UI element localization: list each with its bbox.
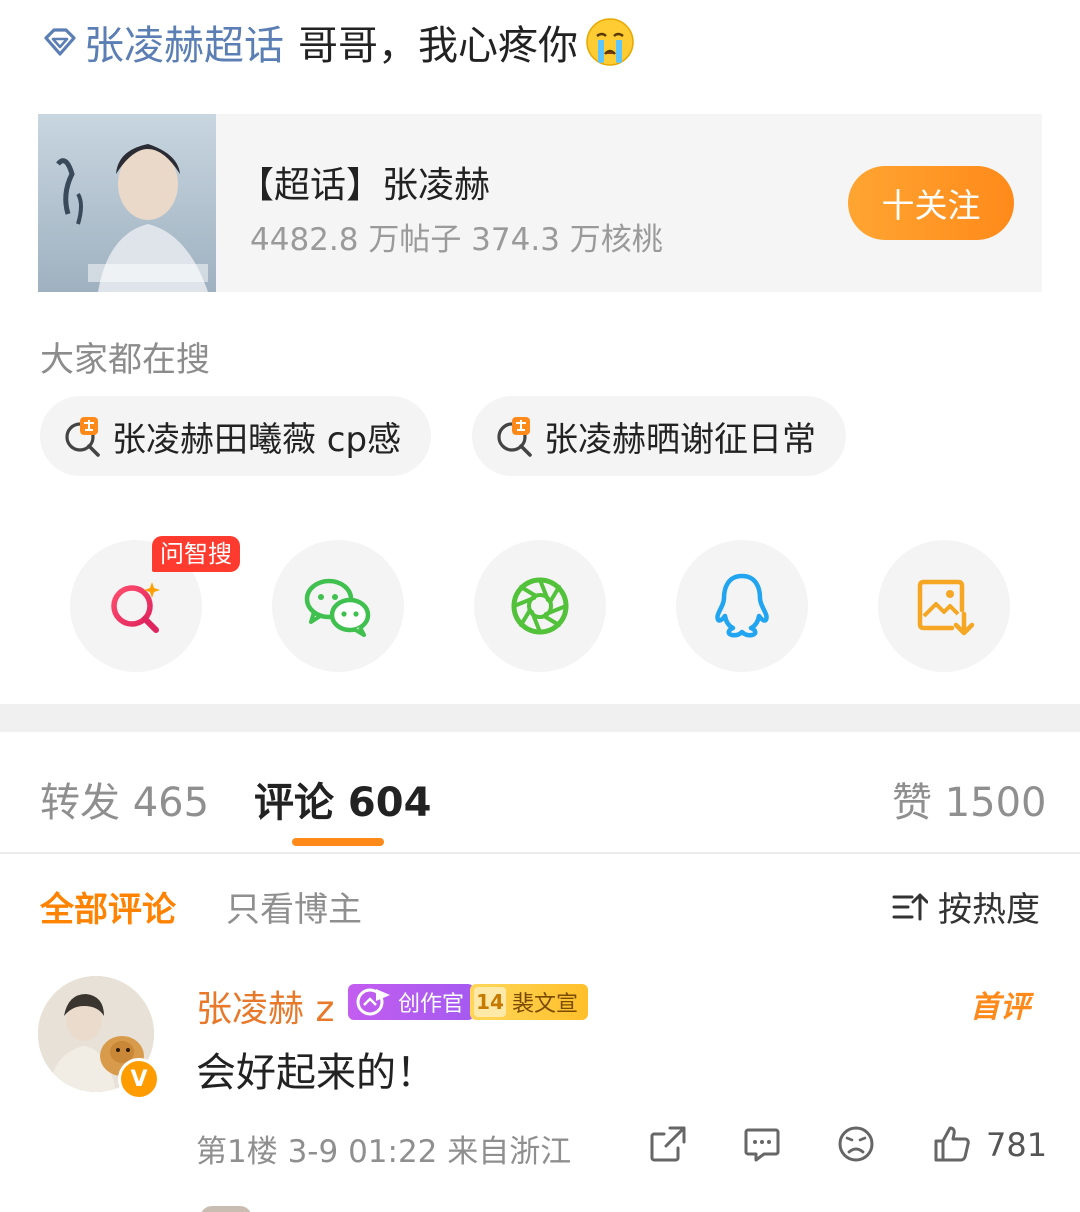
- section-divider: [0, 704, 1080, 732]
- save-image-icon: [917, 579, 975, 636]
- next-comment-avatar: [200, 1206, 252, 1212]
- super-topic-link[interactable]: 张凌赫超话: [84, 13, 284, 71]
- hot-search-icon: [494, 415, 536, 457]
- creator-badge-icon: [356, 988, 390, 1016]
- super-topic-diamond-icon: [40, 22, 80, 62]
- topic-card-stats: 4482.8 万帖子 374.3 万核桃: [250, 222, 663, 258]
- fan-level-badge[interactable]: 14 裴文宣: [470, 984, 589, 1020]
- topic-cover-image: [38, 114, 216, 292]
- like-thumb-icon[interactable]: [932, 1124, 972, 1164]
- hot-search-chip-label: 张凌赫晒谢征日常: [544, 419, 816, 460]
- hot-search-icon: [62, 415, 104, 457]
- share-comment-icon[interactable]: [648, 1124, 688, 1164]
- qq-icon: [715, 573, 769, 638]
- hot-search-chip-label: 张凌赫田曦薇 cp感: [112, 419, 402, 460]
- comment-like-count: 781: [986, 1126, 1048, 1164]
- comment-meta: 第1楼 3-9 01:22 来自浙江: [196, 1134, 572, 1170]
- fan-level-number: 14: [474, 987, 506, 1017]
- share-qq-button[interactable]: [676, 540, 808, 672]
- hot-search-chip-1[interactable]: 张凌赫田曦薇 cp感: [40, 396, 432, 476]
- tab-comments[interactable]: 评论 604: [254, 770, 431, 828]
- save-image-button[interactable]: [878, 540, 1010, 672]
- post-headline: 张凌赫超话 哥哥，我心疼你: [40, 12, 636, 72]
- sort-icon: [892, 889, 928, 925]
- tab-likes[interactable]: 赞 1500: [892, 770, 1047, 828]
- wechat-icon: [304, 578, 371, 637]
- active-tab-indicator: [292, 838, 384, 846]
- verified-badge-icon: V: [118, 1058, 160, 1100]
- ai-search-badge: 问智搜: [152, 536, 240, 572]
- creator-badge[interactable]: 创作官: [348, 984, 475, 1020]
- comment-username[interactable]: 张凌赫 z: [196, 980, 334, 1032]
- crying-face-emoji-icon: [584, 16, 636, 68]
- moments-icon: [511, 577, 569, 635]
- filter-author-only[interactable]: 只看博主: [226, 882, 362, 931]
- sort-label: 按热度: [938, 890, 1040, 930]
- hot-search-label: 大家都在搜: [40, 340, 210, 380]
- post-text: 哥哥，我心疼你: [298, 23, 578, 69]
- hot-search-chip-2[interactable]: 张凌赫晒谢征日常: [472, 396, 846, 476]
- ai-search-icon: [111, 582, 160, 633]
- share-moments-button[interactable]: [474, 540, 606, 672]
- follow-button[interactable]: 十关注: [848, 166, 1014, 240]
- share-wechat-button[interactable]: [272, 540, 404, 672]
- topic-card-title: 【超话】张凌赫: [238, 165, 491, 206]
- fan-badge-label: 裴文宣: [512, 992, 579, 1017]
- tab-repost[interactable]: 转发 465: [40, 770, 209, 828]
- first-comment-badge: 首评: [970, 990, 1030, 1025]
- filter-all-comments[interactable]: 全部评论: [40, 882, 176, 931]
- sort-by-hot-button[interactable]: 按热度: [892, 882, 1040, 931]
- reply-comment-icon[interactable]: [742, 1124, 782, 1164]
- dislike-face-icon[interactable]: [836, 1124, 876, 1164]
- comment-text: 会好起来的！: [196, 1050, 436, 1096]
- super-topic-card[interactable]: 【超话】张凌赫 4482.8 万帖子 374.3 万核桃 十关注: [38, 114, 1042, 292]
- tab-separator: [0, 852, 1080, 854]
- creator-badge-label: 创作官: [398, 992, 465, 1017]
